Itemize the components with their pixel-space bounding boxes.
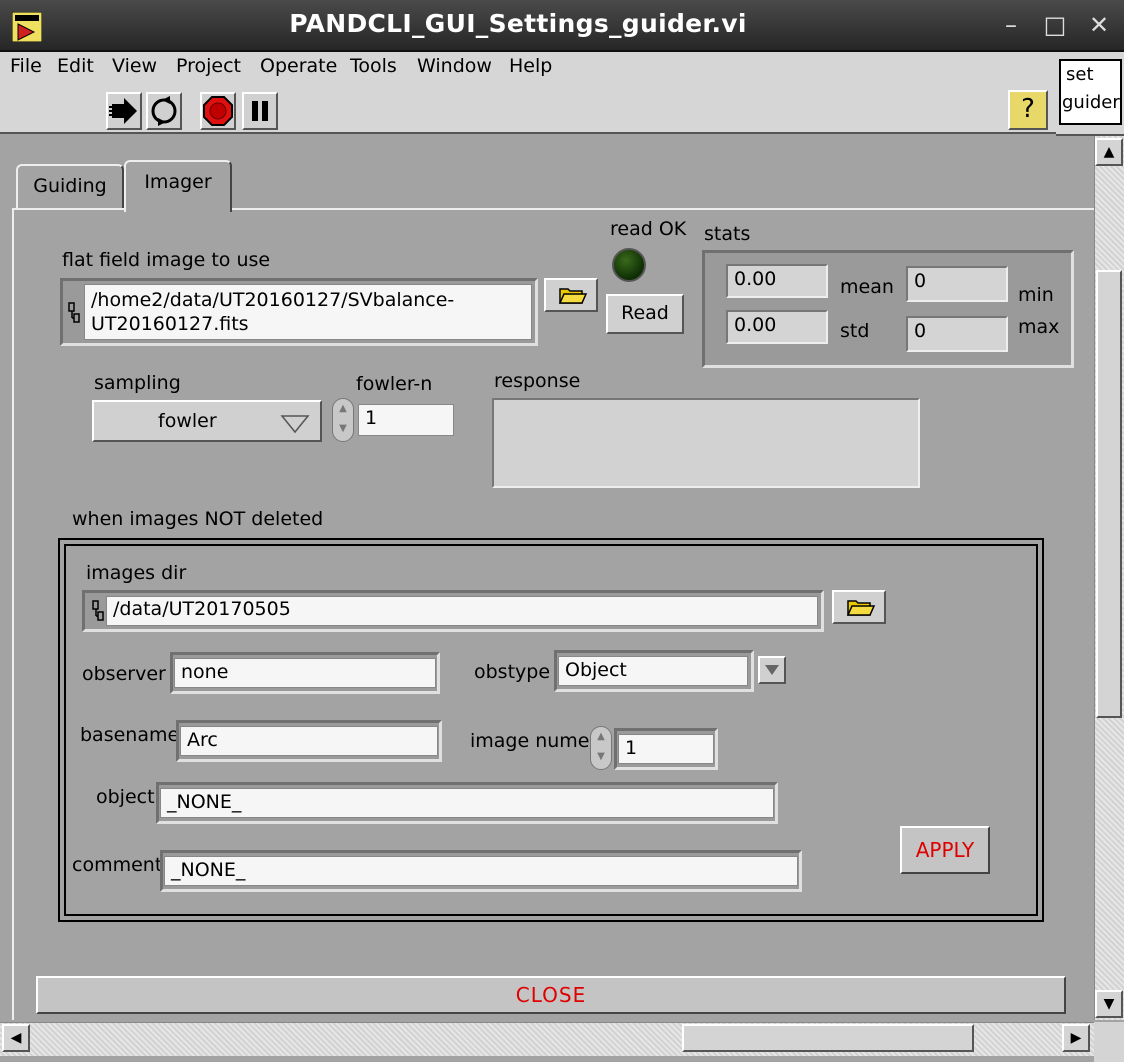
menu-window[interactable]: Window [417, 55, 492, 77]
obstype-value[interactable]: Object [558, 656, 748, 686]
scroll-up-button[interactable]: ▲ [1095, 138, 1123, 166]
run-arrow-icon [109, 98, 137, 124]
arrow-right-icon: ▶ [1070, 1030, 1082, 1046]
response-label: response [494, 370, 581, 392]
fowler-n-stepper[interactable]: ▲ ▼ [332, 398, 354, 442]
comment-label: comment [72, 854, 163, 876]
image-numer-input[interactable]: 1 [618, 734, 714, 764]
arrow-up-icon: ▲ [1103, 144, 1115, 160]
sampling-dropdown[interactable]: fowler [92, 400, 322, 442]
chevron-down-icon [765, 665, 779, 675]
vertical-scroll-thumb[interactable] [1096, 270, 1122, 718]
stats-max-value: 0 [906, 316, 1008, 352]
title-bar: PANDCLI_GUI_Settings_guider.vi – □ ✕ [0, 0, 1124, 52]
images-section-label: when images NOT deleted [72, 508, 324, 530]
window-title: PANDCLI_GUI_Settings_guider.vi [289, 9, 747, 38]
close-button[interactable]: CLOSE [36, 976, 1066, 1014]
image-numer-stepper[interactable]: ▲ ▼ [590, 726, 612, 770]
scroll-right-button[interactable]: ▶ [1062, 1024, 1090, 1052]
pause-icon [252, 101, 268, 121]
minimize-button[interactable]: – [996, 10, 1026, 40]
flat-field-label: flat field image to use [62, 249, 271, 271]
scroll-left-button[interactable]: ◀ [2, 1024, 30, 1052]
response-indicator [492, 398, 920, 488]
folder-icon [846, 600, 876, 616]
tab-imager[interactable]: Imager [124, 160, 232, 212]
stats-std-value: 0.00 [726, 310, 828, 344]
run-continuously-button[interactable] [146, 92, 182, 130]
images-dir-path-icon [92, 600, 104, 627]
basename-input[interactable]: Arc [180, 726, 438, 756]
fowler-n-label: fowler-n [356, 373, 433, 395]
sampling-label: sampling [94, 372, 181, 394]
apply-button[interactable]: APPLY [900, 826, 990, 874]
pause-button[interactable] [242, 92, 278, 130]
scroll-down-button[interactable]: ▼ [1095, 990, 1123, 1018]
menu-bar: File Edit View Project Operate Tools Win… [0, 52, 1056, 82]
images-dir-browse-button[interactable] [832, 590, 886, 624]
menu-file[interactable]: File [10, 55, 42, 77]
flat-field-path-line-1: /home2/data/UT20160127/SVbalance- [91, 289, 455, 311]
read-button[interactable]: Read [606, 294, 684, 334]
path-type-icon [68, 302, 80, 328]
read-ok-led [612, 248, 646, 282]
comment-input[interactable]: _NONE_ [164, 856, 798, 886]
scrollbar-corner [1094, 1022, 1124, 1062]
object-input[interactable]: _NONE_ [160, 788, 774, 818]
vi-icon-line-2: guider [1062, 92, 1120, 113]
stats-mean-value: 0.00 [726, 264, 828, 298]
vi-icon-line-1: set [1066, 64, 1094, 85]
tab-guiding-label: Guiding [33, 175, 107, 197]
arrow-left-icon: ◀ [10, 1030, 22, 1046]
flat-field-browse-button[interactable] [544, 278, 598, 312]
arrow-down-icon: ▼ [1103, 996, 1115, 1012]
obstype-label: obstype [474, 661, 551, 683]
chevron-down-icon [280, 415, 310, 434]
tab-imager-label: Imager [144, 171, 212, 193]
stats-label: stats [704, 223, 751, 245]
basename-label: basename [80, 724, 180, 746]
run-continuously-icon [151, 96, 177, 126]
images-dir-input[interactable]: /data/UT20170505 [106, 596, 818, 626]
flat-field-path-line-2: UT20160127.fits [91, 313, 249, 335]
stats-min-value: 0 [906, 266, 1008, 302]
menu-project[interactable]: Project [176, 55, 241, 77]
stats-max-label: max [1018, 316, 1060, 338]
flat-field-path-input[interactable]: /home2/data/UT20160127/SVbalance- UT2016… [84, 284, 532, 340]
object-label: object [96, 786, 155, 808]
images-dir-label: images dir [86, 562, 187, 584]
image-numer-label: image numer [470, 730, 598, 752]
fowler-n-input[interactable]: 1 [358, 404, 454, 436]
observer-input[interactable]: none [174, 658, 436, 688]
stats-min-label: min [1018, 284, 1054, 306]
horizontal-scroll-thumb[interactable] [682, 1024, 974, 1052]
menu-operate[interactable]: Operate [260, 55, 337, 77]
maximize-button[interactable]: □ [1040, 10, 1070, 40]
vi-icon-set-guider: set guider [1059, 59, 1122, 125]
read-ok-label: read OK [610, 218, 687, 240]
observer-label: observer [82, 663, 166, 685]
stats-mean-label: mean [840, 276, 894, 298]
run-button[interactable] [106, 92, 142, 130]
close-window-button[interactable]: ✕ [1084, 10, 1114, 40]
stop-sign-icon [203, 96, 233, 126]
sampling-value: fowler [158, 410, 217, 432]
folder-icon [558, 288, 588, 304]
menu-view[interactable]: View [112, 55, 157, 77]
obstype-dropdown-button[interactable] [758, 656, 786, 684]
question-mark-icon: ? [1021, 94, 1035, 124]
abort-button[interactable] [200, 92, 236, 130]
help-button[interactable]: ? [1008, 90, 1048, 130]
stats-std-label: std [840, 320, 870, 342]
menu-help[interactable]: Help [509, 55, 552, 77]
menu-edit[interactable]: Edit [57, 55, 94, 77]
menu-tools[interactable]: Tools [350, 55, 397, 77]
tab-guiding[interactable]: Guiding [16, 164, 124, 208]
